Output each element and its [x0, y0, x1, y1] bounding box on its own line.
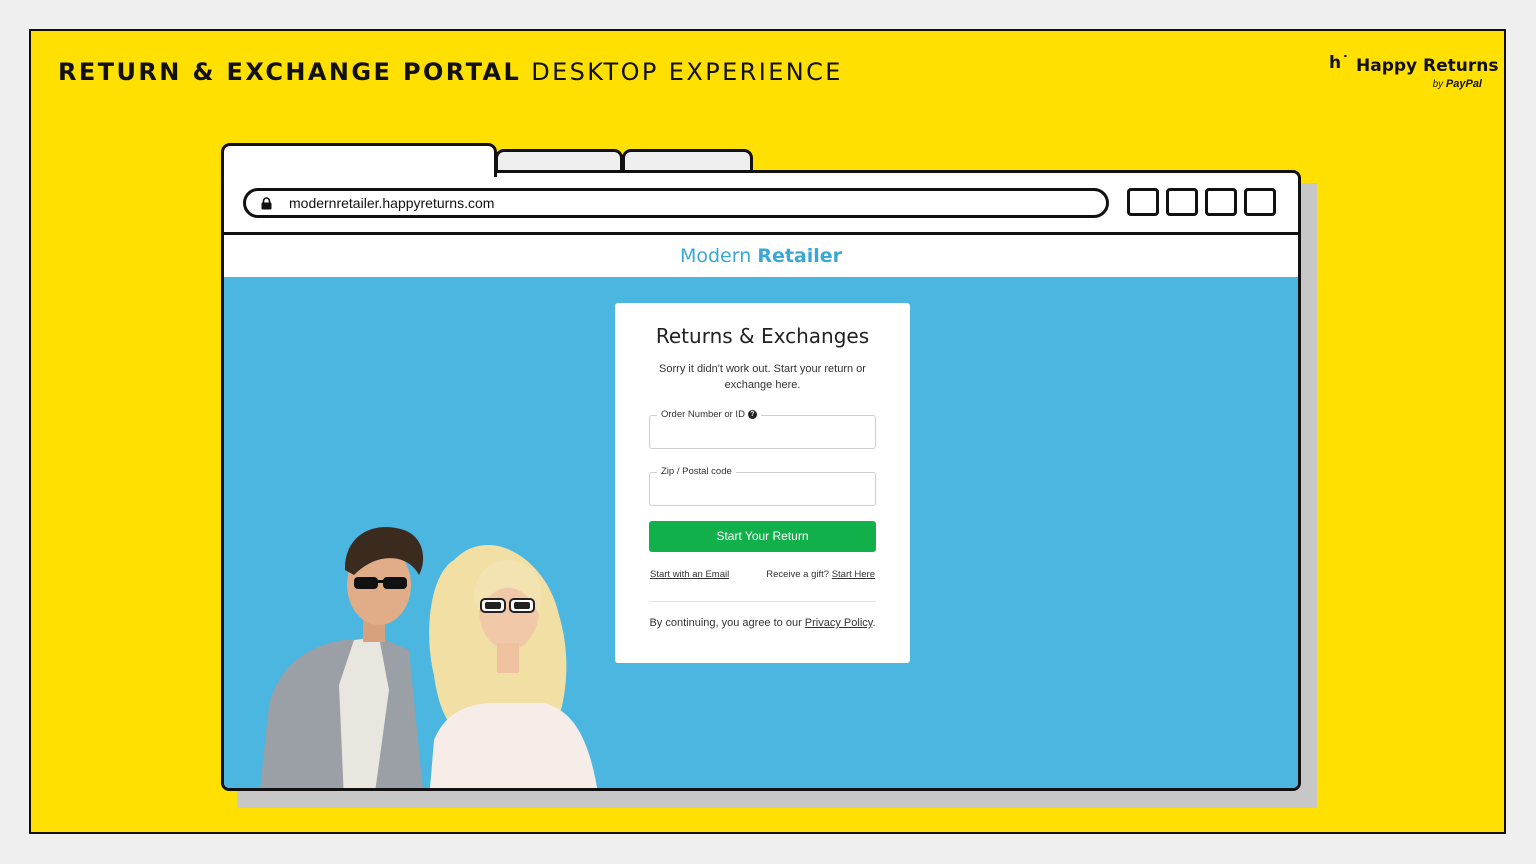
- brand-byline: by PayPal: [1432, 78, 1482, 90]
- privacy-policy-link[interactable]: Privacy Policy: [805, 617, 873, 629]
- window-button-icon[interactable]: [1166, 188, 1198, 216]
- zip-code-field[interactable]: Zip / Postal code: [649, 466, 876, 506]
- returns-login-card: Returns & Exchanges Sorry it didn't work…: [615, 303, 910, 663]
- browser-toolbar: modernretailer.happyreturns.com: [224, 173, 1298, 235]
- couple-photo: [260, 526, 598, 788]
- card-divider: [649, 601, 876, 602]
- site-header: Modern Retailer: [224, 235, 1298, 277]
- browser-tab-active[interactable]: [221, 143, 497, 177]
- happy-returns-logo: h˙ Happy Returns by PayPal: [1326, 52, 1499, 94]
- gift-prompt: Receive a gift? Start Here: [766, 569, 875, 580]
- window-button-icon[interactable]: [1205, 188, 1237, 216]
- window-button-icon[interactable]: [1244, 188, 1276, 216]
- privacy-agreement: By continuing, you agree to our Privacy …: [649, 617, 876, 629]
- start-here-link[interactable]: Start Here: [832, 569, 875, 580]
- start-return-button[interactable]: Start Your Return: [649, 521, 876, 552]
- help-icon[interactable]: ?: [747, 410, 757, 419]
- brand-name: Happy Returns: [1356, 56, 1499, 76]
- zip-code-label: Zip / Postal code: [657, 466, 736, 477]
- browser-window: modernretailer.happyreturns.com Modern R…: [221, 170, 1301, 791]
- card-title: Returns & Exchanges: [655, 324, 870, 348]
- order-number-label: Order Number or ID?: [657, 409, 761, 420]
- address-bar[interactable]: modernretailer.happyreturns.com: [243, 188, 1109, 218]
- heading-light: DESKTOP EXPERIENCE: [531, 58, 843, 86]
- window-button-icon[interactable]: [1127, 188, 1159, 216]
- lock-icon: [261, 197, 272, 210]
- start-with-email-link[interactable]: Start with an Email: [650, 569, 729, 580]
- smile-icon: h˙: [1329, 53, 1350, 73]
- hero-section: Returns & Exchanges Sorry it didn't work…: [224, 277, 1298, 788]
- site-logo[interactable]: Modern Retailer: [680, 245, 842, 267]
- card-subtitle: Sorry it didn't work out. Start your ret…: [659, 363, 866, 391]
- address-url: modernretailer.happyreturns.com: [289, 195, 495, 211]
- slide-heading: RETURN & EXCHANGE PORTAL DESKTOP EXPERIE…: [58, 58, 843, 86]
- order-number-field[interactable]: Order Number or ID?: [649, 409, 876, 449]
- heading-bold: RETURN & EXCHANGE PORTAL: [58, 58, 522, 86]
